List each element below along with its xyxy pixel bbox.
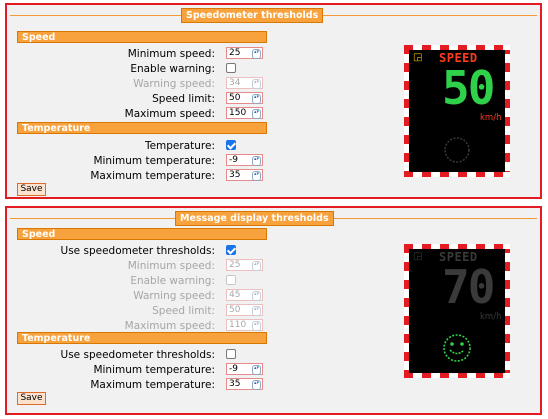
minimum-temperature-label: Minimum temperature:: [93, 364, 215, 376]
spinner-icon[interactable]: ▴▾: [252, 306, 261, 316]
warning-speed-label: Warning speed:: [133, 78, 215, 90]
minimum-speed-label: Minimum speed:: [127, 260, 215, 272]
minimum-speed-input[interactable]: 25 ▴▾: [226, 259, 263, 271]
sign-border-right: [505, 45, 510, 177]
speed-section-header: Speed: [17, 31, 267, 43]
sign-border-right: [505, 244, 510, 378]
use-speedometer-thresholds-label: Use speedometer thresholds:: [60, 245, 215, 257]
sign-border-top: [404, 45, 510, 50]
speed-limit-label: Speed limit:: [152, 93, 215, 105]
minimum-speed-row: Minimum speed: 25 ▴▾: [7, 47, 267, 61]
speed-limit-label: Speed limit:: [152, 305, 215, 317]
spinner-icon[interactable]: ▴▾: [252, 261, 261, 271]
enable-warning-checkbox[interactable]: [226, 63, 236, 73]
signal-icon: ◲: [413, 251, 423, 262]
save-button[interactable]: Save: [17, 183, 46, 196]
maximum-speed-input[interactable]: 110 ▴▾: [226, 319, 263, 331]
maximum-temperature-row: Maximum temperature: 35 ▴▾: [7, 169, 267, 183]
maximum-temperature-input[interactable]: 35 ▴▾: [226, 169, 263, 181]
minimum-temperature-label: Minimum temperature:: [93, 155, 215, 167]
maximum-speed-label: Maximum speed:: [124, 320, 215, 332]
spinner-icon[interactable]: ▴▾: [252, 49, 261, 59]
spinner-icon[interactable]: ▴▾: [252, 171, 261, 181]
spinner-icon[interactable]: ▴▾: [252, 109, 261, 119]
speed-sign-preview: ◲ SPEED 50 km/h: [404, 45, 510, 177]
speed-limit-input[interactable]: 50 ▴▾: [226, 304, 263, 316]
minimum-speed-label: Minimum speed:: [127, 48, 215, 60]
spinner-icon[interactable]: ▴▾: [252, 79, 261, 89]
maximum-speed-row: Maximum speed: 150 ▴▾: [7, 107, 267, 121]
spinner-icon[interactable]: ▴▾: [252, 380, 261, 390]
save-button[interactable]: Save: [17, 392, 46, 405]
temperature-section-header: Temperature: [17, 122, 267, 134]
minimum-temperature-row: Minimum temperature: -9 ▴▾: [7, 154, 267, 168]
enable-warning-label: Enable warning:: [130, 275, 215, 287]
sign-border-left: [404, 244, 409, 378]
maximum-speed-input[interactable]: 150 ▴▾: [226, 107, 263, 119]
warning-speed-label: Warning speed:: [133, 290, 215, 302]
maximum-speed-label: Maximum speed:: [124, 108, 215, 120]
minimum-speed-row: Minimum speed: 25 ▴▾: [7, 259, 267, 273]
maximum-speed-row: Maximum speed: 110 ▴▾: [7, 319, 267, 333]
sign-border-left: [404, 45, 409, 177]
minimum-temperature-input[interactable]: -9 ▴▾: [226, 363, 263, 375]
use-speedometer-thresholds-temp-row: Use speedometer thresholds:: [7, 348, 267, 362]
warning-speed-input[interactable]: 45 ▴▾: [226, 289, 263, 301]
use-speedometer-thresholds-row: Use speedometer thresholds:: [7, 244, 267, 258]
spinner-icon[interactable]: ▴▾: [252, 94, 261, 104]
temperature-row: Temperature:: [7, 139, 267, 153]
sign-speed-unit: km/h: [480, 312, 502, 322]
smiley-icon: [444, 137, 470, 163]
spinner-icon[interactable]: ▴▾: [252, 291, 261, 301]
spinner-icon[interactable]: ▴▾: [252, 321, 261, 331]
spinner-icon[interactable]: ▴▾: [252, 156, 261, 166]
temperature-section-header: Temperature: [17, 332, 267, 344]
temperature-label: Temperature:: [144, 140, 215, 152]
speed-limit-input[interactable]: 50 ▴▾: [226, 92, 263, 104]
minimum-temperature-input[interactable]: -9 ▴▾: [226, 154, 263, 166]
message-display-thresholds-panel: Message display thresholds Speed Use spe…: [5, 206, 542, 415]
speedometer-thresholds-panel: Speedometer thresholds Speed Minimum spe…: [5, 3, 542, 199]
message-sign-preview: ◲ SPEED 70 km/h: [404, 244, 510, 378]
smiley-icon: [443, 334, 471, 362]
sign-border-bottom: [404, 373, 510, 378]
signal-icon: ◲: [413, 52, 423, 63]
maximum-temperature-input[interactable]: 35 ▴▾: [226, 378, 263, 390]
maximum-temperature-label: Maximum temperature:: [90, 170, 215, 182]
minimum-temperature-row: Minimum temperature: -9 ▴▾: [7, 363, 267, 377]
sign-speed-value: 50: [442, 61, 495, 115]
speed-limit-row: Speed limit: 50 ▴▾: [7, 92, 267, 106]
warning-speed-input[interactable]: 34 ▴▾: [226, 77, 263, 89]
maximum-temperature-row: Maximum temperature: 35 ▴▾: [7, 378, 267, 392]
speed-limit-row: Speed limit: 50 ▴▾: [7, 304, 267, 318]
use-speedometer-thresholds-checkbox[interactable]: [226, 245, 236, 255]
sign-border-top: [404, 244, 510, 249]
sign-speed-unit: km/h: [480, 113, 502, 123]
maximum-temperature-label: Maximum temperature:: [90, 379, 215, 391]
speed-section-header: Speed: [17, 228, 267, 240]
enable-warning-row: Enable warning:: [7, 62, 267, 76]
minimum-speed-input[interactable]: 25 ▴▾: [226, 47, 263, 59]
sign-speed-value: 70: [442, 260, 495, 314]
panel-title: Speedometer thresholds: [181, 8, 324, 23]
warning-speed-row: Warning speed: 45 ▴▾: [7, 289, 267, 303]
use-speedometer-thresholds-temp-label: Use speedometer thresholds:: [60, 349, 215, 361]
use-speedometer-thresholds-temp-checkbox[interactable]: [226, 349, 236, 359]
enable-warning-label: Enable warning:: [130, 63, 215, 75]
sign-border-bottom: [404, 172, 510, 177]
temperature-checkbox[interactable]: [226, 140, 236, 150]
enable-warning-row: Enable warning:: [7, 274, 267, 288]
panel-title: Message display thresholds: [175, 211, 334, 226]
warning-speed-row: Warning speed: 34 ▴▾: [7, 77, 267, 91]
spinner-icon[interactable]: ▴▾: [252, 365, 261, 375]
enable-warning-checkbox[interactable]: [226, 275, 236, 285]
